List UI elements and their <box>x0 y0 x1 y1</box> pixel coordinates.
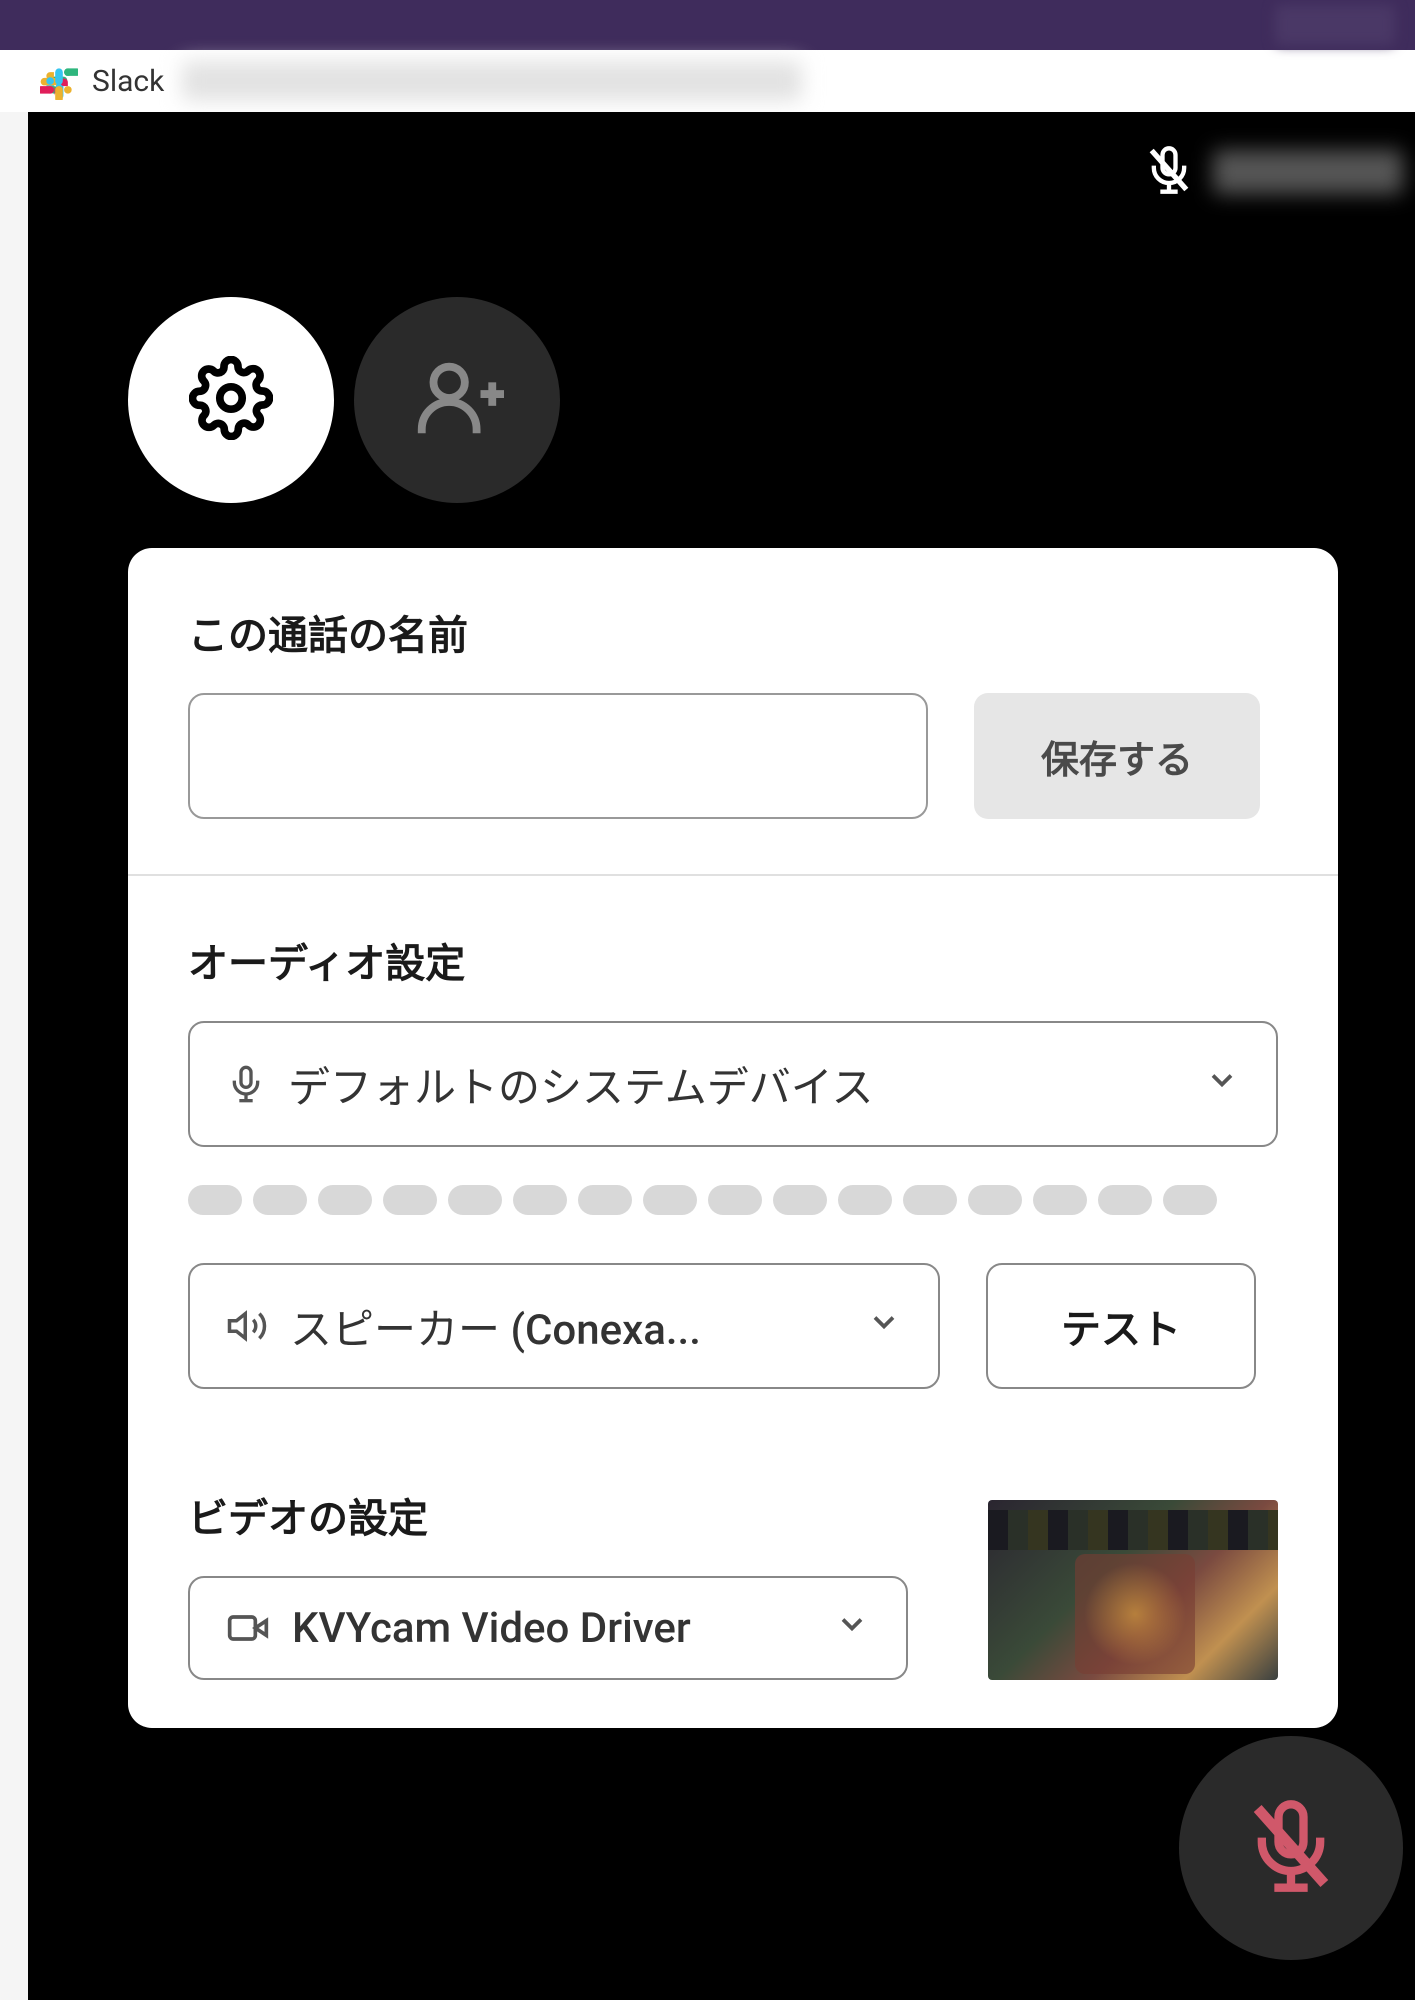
video-camera-icon <box>226 1606 270 1650</box>
level-dot <box>253 1185 307 1215</box>
save-button[interactable]: 保存する <box>974 693 1260 819</box>
level-dot <box>1033 1185 1087 1215</box>
speaker-selected-label: スピーカー (Conexa... <box>290 1296 852 1357</box>
level-dot <box>188 1185 242 1215</box>
video-section: ビデオの設定 KVYcam Video Driver <box>128 1444 1338 1728</box>
chevron-down-icon <box>1204 1060 1240 1109</box>
browser-tab-bar: Slack <box>0 50 1415 112</box>
level-dot <box>773 1185 827 1215</box>
level-dot <box>383 1185 437 1215</box>
level-dot <box>708 1185 762 1215</box>
camera-select[interactable]: KVYcam Video Driver <box>188 1576 908 1680</box>
microphone-icon <box>226 1064 266 1104</box>
add-user-button[interactable] <box>354 297 560 503</box>
call-name-section: この通話の名前 保存する <box>128 548 1338 876</box>
camera-selected-label: KVYcam Video Driver <box>292 1604 820 1653</box>
speaker-select[interactable]: スピーカー (Conexa... <box>188 1263 940 1389</box>
left-edge-strip <box>0 112 28 2000</box>
level-dot <box>968 1185 1022 1215</box>
speaker-icon <box>226 1305 268 1347</box>
level-dot <box>448 1185 502 1215</box>
audio-section: オーディオ設定 デフォルトのシステムデバイス <box>128 876 1338 1444</box>
user-plus-icon <box>410 351 504 449</box>
video-preview-thumbnail <box>988 1500 1278 1680</box>
level-dot <box>318 1185 372 1215</box>
top-bar-right-blur <box>1275 5 1395 45</box>
participant-name-blurred <box>1213 150 1403 194</box>
tab-app-name: Slack <box>92 64 164 99</box>
call-window: この通話の名前 保存する オーディオ設定 <box>28 112 1415 2000</box>
level-dot <box>513 1185 567 1215</box>
app-top-bar <box>0 0 1415 50</box>
action-buttons-row <box>28 297 1415 503</box>
level-dot <box>1163 1185 1217 1215</box>
call-name-input[interactable] <box>188 693 928 819</box>
slack-logo-icon <box>40 62 78 100</box>
microphone-select[interactable]: デフォルトのシステムデバイス <box>188 1021 1278 1147</box>
microphone-muted-icon <box>1241 1796 1341 1900</box>
speaker-test-button[interactable]: テスト <box>986 1263 1256 1389</box>
call-header <box>28 112 1415 232</box>
microphone-muted-icon <box>1143 144 1195 200</box>
settings-panel: この通話の名前 保存する オーディオ設定 <box>128 548 1338 1728</box>
level-dot <box>903 1185 957 1215</box>
level-dot <box>838 1185 892 1215</box>
tab-title-blurred <box>182 61 802 101</box>
mute-toggle-button[interactable] <box>1179 1736 1403 1960</box>
call-name-title: この通話の名前 <box>188 603 1278 661</box>
microphone-selected-label: デフォルトのシステムデバイス <box>288 1054 1190 1115</box>
gear-icon <box>189 356 273 444</box>
level-dot <box>1098 1185 1152 1215</box>
level-dot <box>643 1185 697 1215</box>
chevron-down-icon <box>834 1604 870 1653</box>
level-dot <box>578 1185 632 1215</box>
video-title: ビデオの設定 <box>188 1486 908 1544</box>
chevron-down-icon <box>866 1302 902 1351</box>
audio-title: オーディオ設定 <box>188 931 1278 989</box>
settings-button[interactable] <box>128 297 334 503</box>
microphone-level-meter <box>188 1185 1278 1215</box>
